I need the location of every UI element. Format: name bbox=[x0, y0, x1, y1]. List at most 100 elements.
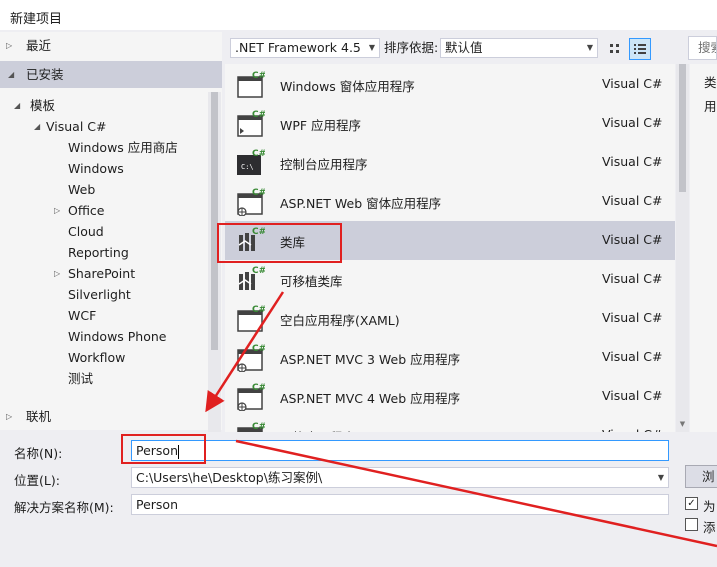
scrollbar-thumb[interactable] bbox=[211, 92, 218, 350]
tree-item-label: 模板 bbox=[30, 98, 56, 113]
template-tree: ▷ 最近 ◢ 已安装 ◢ 模板 ◢ Visual C# Windows 应用商店… bbox=[0, 32, 222, 432]
template-language: Visual C# bbox=[602, 154, 663, 169]
tree-item-wcf[interactable]: WCF bbox=[68, 306, 96, 326]
template-name: ASP.NET MVC 3 Web 应用程序 bbox=[280, 352, 461, 367]
tree-item-silverlight[interactable]: Silverlight bbox=[68, 285, 131, 305]
template-name: ASP.NET Web 窗体应用程序 bbox=[280, 196, 442, 211]
sort-value: 默认值 bbox=[445, 40, 483, 55]
list-view-icon bbox=[634, 44, 646, 54]
svg-text:C#: C# bbox=[252, 422, 265, 432]
chevron-down-icon: ▼ bbox=[368, 43, 375, 52]
tree-item-label: Reporting bbox=[68, 245, 129, 260]
scroll-down-icon[interactable]: ▼ bbox=[676, 420, 689, 428]
template-row[interactable]: C# 网格应用程序(XAML) Visual C# bbox=[225, 416, 675, 432]
expand-arrow-icon[interactable]: ▷ bbox=[54, 264, 60, 284]
tree-item-web[interactable]: Web bbox=[68, 180, 95, 200]
tree-item-sharepoint[interactable]: ▷ SharePoint bbox=[54, 264, 135, 284]
tree-item-visual-csharp[interactable]: ◢ Visual C# bbox=[34, 117, 107, 137]
tree-item-installed[interactable]: ◢ 已安装 bbox=[0, 61, 222, 88]
location-label: 位置(L): bbox=[14, 473, 60, 488]
tree-item-online[interactable]: ▷ 联机 bbox=[6, 407, 51, 427]
console-icon: C:\ C# bbox=[237, 149, 265, 175]
template-list-scrollbar[interactable]: ▼ bbox=[676, 64, 689, 432]
tree-item-label: Web bbox=[68, 182, 96, 197]
template-row[interactable]: C:\ C# 控制台应用程序 Visual C# bbox=[225, 143, 675, 182]
grid-view-icon bbox=[610, 44, 619, 53]
project-name-field[interactable]: Person bbox=[131, 440, 669, 461]
solution-name-field[interactable]: Person bbox=[131, 494, 669, 515]
scrollbar-thumb[interactable] bbox=[679, 64, 686, 192]
collapse-arrow-icon[interactable]: ◢ bbox=[14, 96, 20, 116]
add-source-control-checkbox[interactable] bbox=[685, 518, 698, 531]
template-language: Visual C# bbox=[602, 349, 663, 364]
tree-item-label: Workflow bbox=[68, 350, 126, 365]
tree-item-reporting[interactable]: Reporting bbox=[68, 243, 129, 263]
tree-item-workflow[interactable]: Workflow bbox=[68, 348, 125, 368]
portable-library-icon: C# bbox=[238, 266, 265, 290]
window-title: 新建项目 bbox=[10, 12, 63, 27]
tree-item-test[interactable]: 测试 bbox=[68, 369, 93, 389]
wpf-icon: C# bbox=[237, 110, 265, 137]
template-row[interactable]: C# ASP.NET MVC 4 Web 应用程序 Visual C# bbox=[225, 377, 675, 416]
template-name: 空白应用程序(XAML) bbox=[280, 313, 400, 328]
tree-item-label: 联机 bbox=[26, 409, 52, 424]
svg-text:C#: C# bbox=[252, 266, 265, 276]
list-view-button[interactable] bbox=[629, 38, 651, 60]
tree-item-label: Visual C# bbox=[46, 119, 107, 134]
tree-item-windows-phone[interactable]: Windows Phone bbox=[68, 327, 167, 347]
tree-item-windows-store[interactable]: Windows 应用商店 bbox=[68, 138, 178, 158]
description-panel: 类 用 bbox=[690, 64, 717, 432]
svg-text:C#: C# bbox=[252, 188, 265, 198]
framework-dropdown[interactable]: .NET Framework 4.5 ▼ bbox=[230, 38, 380, 58]
tree-item-templates[interactable]: ◢ 模板 bbox=[14, 96, 55, 116]
template-row[interactable]: C# 可移植类库 Visual C# bbox=[225, 260, 675, 299]
tree-item-recent[interactable]: ▷ 最近 bbox=[6, 36, 51, 56]
sort-dropdown[interactable]: 默认值 ▼ bbox=[440, 38, 598, 58]
solution-name-value: Person bbox=[136, 497, 179, 512]
name-label: 名称(N): bbox=[14, 446, 63, 461]
template-row[interactable]: C# ASP.NET MVC 3 Web 应用程序 Visual C# bbox=[225, 338, 675, 377]
tree-item-windows[interactable]: Windows bbox=[68, 159, 124, 179]
tree-item-label: Windows Phone bbox=[68, 329, 167, 344]
template-language: Visual C# bbox=[602, 76, 663, 91]
search-input[interactable]: 搜索 bbox=[688, 36, 717, 60]
template-language: Visual C# bbox=[602, 232, 663, 247]
template-name: 网格应用程序(XAML) bbox=[280, 427, 400, 432]
template-language: Visual C# bbox=[602, 427, 663, 432]
expand-arrow-icon[interactable]: ▷ bbox=[6, 36, 12, 56]
template-language: Visual C# bbox=[602, 193, 663, 208]
tree-item-label: SharePoint bbox=[68, 266, 136, 281]
template-row[interactable]: C# WPF 应用程序 Visual C# bbox=[225, 104, 675, 143]
mvc4-icon: C# bbox=[237, 383, 265, 411]
tree-item-label: 已安装 bbox=[26, 67, 64, 82]
grid-app-icon: C# bbox=[237, 422, 265, 432]
template-row[interactable]: C# 空白应用程序(XAML) Visual C# bbox=[225, 299, 675, 338]
expand-arrow-icon[interactable]: ▷ bbox=[54, 201, 60, 221]
chevron-down-icon: ▼ bbox=[586, 43, 593, 52]
collapse-arrow-icon[interactable]: ◢ bbox=[8, 61, 14, 88]
tree-item-cloud[interactable]: Cloud bbox=[68, 222, 104, 242]
solution-name-label: 解决方案名称(M): bbox=[14, 500, 114, 515]
grid-view-button[interactable] bbox=[604, 38, 626, 60]
template-language: Visual C# bbox=[602, 271, 663, 286]
tree-item-label: Silverlight bbox=[68, 287, 131, 302]
annotation-box-class-library bbox=[217, 223, 342, 263]
tree-item-office[interactable]: ▷ Office bbox=[54, 201, 105, 221]
create-directory-checkbox[interactable]: ✓ bbox=[685, 497, 698, 510]
collapse-arrow-icon[interactable]: ◢ bbox=[34, 117, 40, 137]
expand-arrow-icon[interactable]: ▷ bbox=[6, 407, 12, 427]
template-language: Visual C# bbox=[602, 388, 663, 403]
template-row[interactable]: C# ASP.NET Web 窗体应用程序 Visual C# bbox=[225, 182, 675, 221]
template-name: 控制台应用程序 bbox=[280, 157, 368, 172]
svg-text:C#: C# bbox=[252, 71, 265, 81]
browse-label: 浏览 bbox=[702, 469, 715, 484]
chevron-down-icon: ▼ bbox=[657, 473, 664, 482]
title-bar: 新建项目 bbox=[0, 0, 717, 30]
browse-button[interactable]: 浏览 bbox=[685, 465, 717, 488]
description-text: 用 bbox=[704, 99, 717, 114]
template-language: Visual C# bbox=[602, 310, 663, 325]
windows-forms-icon: C# bbox=[237, 71, 265, 98]
location-dropdown[interactable]: C:\Users\he\Desktop\练习案例\ ▼ bbox=[131, 467, 669, 488]
tree-item-label: WCF bbox=[68, 308, 97, 323]
template-row[interactable]: C# Windows 窗体应用程序 Visual C# bbox=[225, 65, 675, 104]
